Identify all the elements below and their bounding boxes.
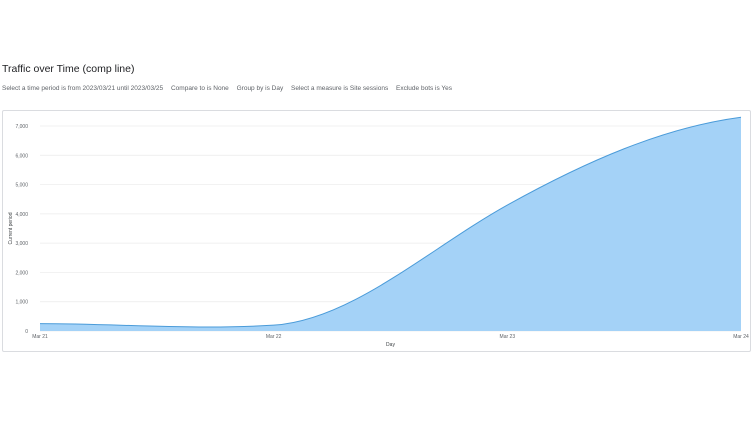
y-tick-label: 7,000 bbox=[15, 124, 28, 130]
y-tick-label: 5,000 bbox=[15, 183, 28, 189]
chart-card: 0 1,000 2,000 3,000 4,000 5,000 6,000 7,000 Mar… bbox=[2, 110, 751, 352]
y-tick-label: 2,000 bbox=[15, 270, 28, 276]
y-axis-label: Current period bbox=[8, 212, 14, 244]
filter-time-period[interactable]: Select a time period is from 2023/03/21 … bbox=[2, 85, 163, 92]
x-tick-label: Mar 24 bbox=[733, 334, 749, 340]
filter-exclude-bots[interactable]: Exclude bots is Yes bbox=[396, 85, 452, 92]
x-tick-label: Mar 21 bbox=[32, 334, 48, 340]
x-axis-label: Day bbox=[386, 342, 395, 348]
y-tick-label: 6,000 bbox=[15, 153, 28, 159]
area-chart[interactable]: 0 1,000 2,000 3,000 4,000 5,000 6,000 7,000 Mar… bbox=[3, 111, 750, 351]
y-tick-label: 1,000 bbox=[15, 300, 28, 306]
chart-title: Traffic over Time (comp line) bbox=[2, 63, 135, 75]
x-tick-label: Mar 22 bbox=[266, 334, 282, 340]
filter-summary: Select a time period is from 2023/03/21 … bbox=[2, 85, 458, 92]
y-tick-label: 3,000 bbox=[15, 241, 28, 247]
y-tick-label: 4,000 bbox=[15, 212, 28, 218]
filter-compare-to[interactable]: Compare to is None bbox=[171, 85, 229, 92]
filter-group-by[interactable]: Group by is Day bbox=[237, 85, 284, 92]
filter-measure[interactable]: Select a measure is Site sessions bbox=[291, 85, 388, 92]
y-tick-label: 0 bbox=[25, 329, 28, 335]
series-area bbox=[40, 117, 741, 331]
x-tick-label: Mar 23 bbox=[500, 334, 516, 340]
